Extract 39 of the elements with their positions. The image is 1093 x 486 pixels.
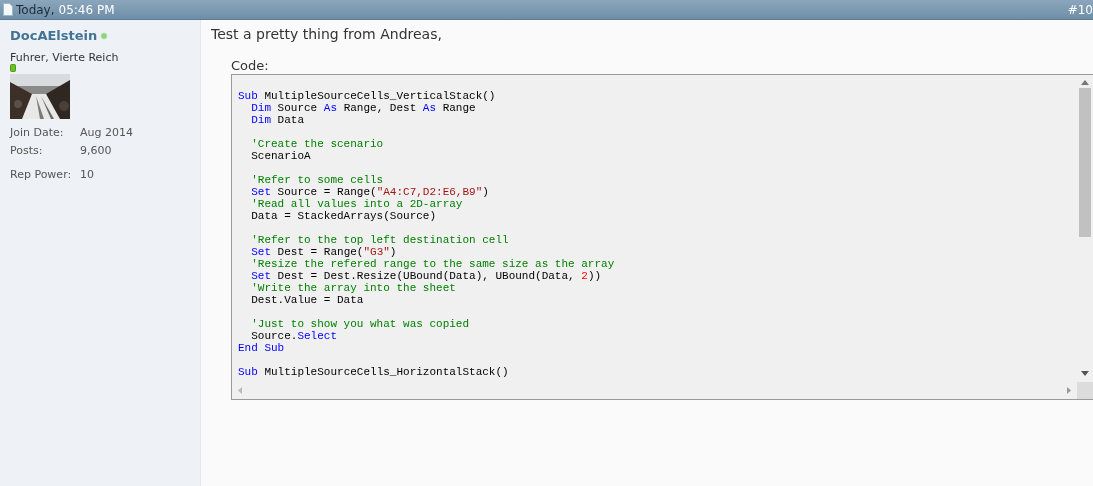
stat-value: Aug 2014 xyxy=(80,126,134,139)
code-line: 'Just to show you what was copied xyxy=(250,318,470,330)
code-line: 'Refer to the top left destination cell xyxy=(250,234,509,246)
code-line: 'Refer to some cells xyxy=(250,174,384,186)
scroll-right-icon[interactable] xyxy=(1067,387,1071,394)
stat-label: Join Date: xyxy=(10,126,65,139)
user-title: Fuhrer, Vierte Reich xyxy=(10,51,120,64)
code-line: End Sub xyxy=(238,342,285,354)
code-line: Set Dest = Dest.Resize(UBound(Data), UBound(Data, 2)) xyxy=(250,270,602,282)
scroll-up-icon[interactable] xyxy=(1081,80,1089,85)
post-number-link[interactable]: #10 xyxy=(1067,2,1093,17)
code-line: Dest.Value = Data xyxy=(250,294,364,306)
stat-label: Posts: xyxy=(10,144,44,157)
code-line: 'Read all values into a 2D-array xyxy=(250,198,463,210)
code-line: ScenarioA xyxy=(250,150,311,162)
reputation-icon xyxy=(10,64,16,72)
post-date: Today, xyxy=(16,2,55,17)
post-time: 05:46 PM xyxy=(58,2,115,17)
code-line: Dim Data xyxy=(250,114,305,126)
code-line: Set Source = Range("A4:C7,D2:E6,B9") xyxy=(250,186,489,198)
code-line: Sub MultipleSourceCells_VerticalStack() xyxy=(238,90,496,102)
document-icon xyxy=(3,3,13,16)
code-line: 'Write the array into the sheet xyxy=(250,282,456,294)
username-link[interactable]: DocAElstein xyxy=(10,28,98,43)
post-message: Test a pretty thing from Andreas, xyxy=(211,26,443,42)
code-line: 'Resize the refered range to the same size as the array xyxy=(250,258,615,270)
code-line: Source.Select xyxy=(250,330,338,342)
code-line: Data = StackedArrays(Source) xyxy=(250,210,437,222)
scroll-down-icon[interactable] xyxy=(1081,371,1089,376)
code-line: 'Create the scenario xyxy=(250,138,384,150)
scrollbar-corner xyxy=(1077,382,1093,399)
stat-value: 9,600 xyxy=(80,144,113,157)
vertical-scrollbar-thumb[interactable] xyxy=(1079,88,1091,237)
stat-value: 10 xyxy=(80,168,95,181)
code-line: Set Dest = Range("G3") xyxy=(250,246,397,258)
code-label: Code: xyxy=(231,58,270,73)
code-line: Dim Source As Range, Dest As Range xyxy=(250,102,476,114)
stat-label: Rep Power: xyxy=(10,168,73,181)
code-line: Sub MultipleSourceCells_HorizontalStack() xyxy=(238,366,509,378)
